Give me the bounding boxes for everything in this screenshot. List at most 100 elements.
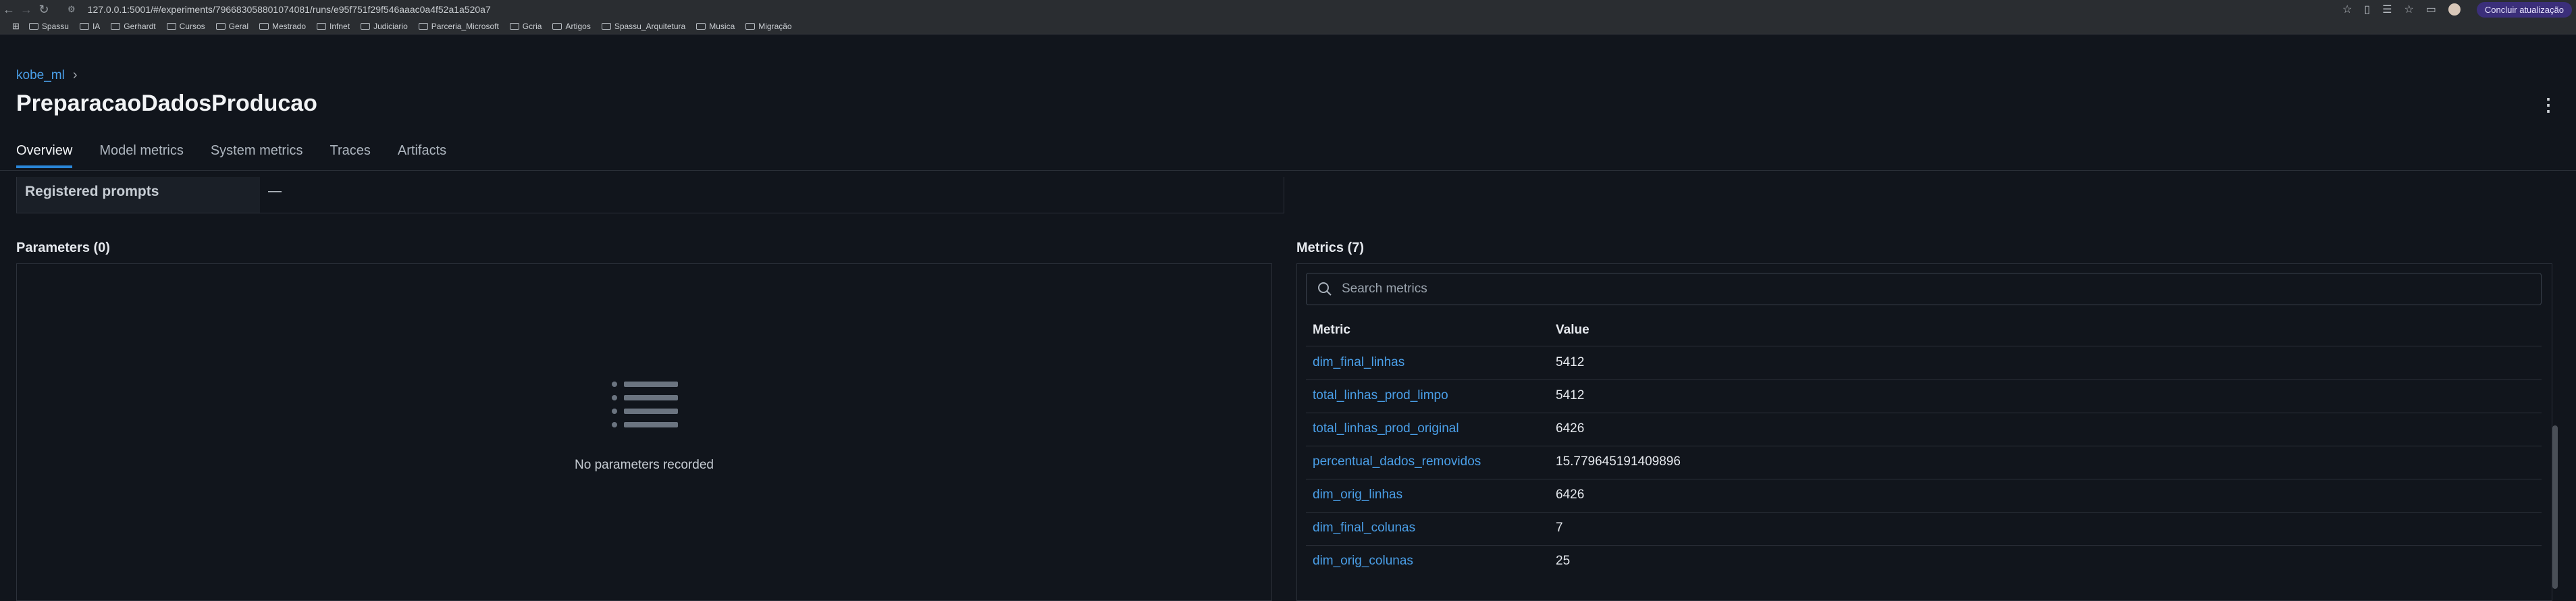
chevron-right-icon: › [72,68,78,82]
sidebar-icon[interactable]: ▭ [2426,3,2436,16]
metric-name-link[interactable]: dim_final_colunas [1313,521,1415,535]
metric-value: 15.779645191409896 [1556,454,1681,469]
folder-icon [259,23,269,30]
tab-overview[interactable]: Overview [16,143,73,168]
bookmark-folder[interactable]: Judiciario [361,22,408,31]
metrics-title: Metrics (7) [1296,240,1365,255]
breadcrumb-experiment-link[interactable]: kobe_ml [16,68,65,83]
bookmark-label: Migração [758,22,792,31]
breadcrumb: kobe_ml › [16,68,78,83]
bookmarks-bar: ⊞ Spassu IA Gerhardt Cursos Geral Mestrado Inf… [0,19,2576,34]
metric-name-link[interactable]: total_linhas_prod_limpo [1313,388,1448,403]
bookmark-folder[interactable]: Gerhardt [111,22,156,31]
tab-artifacts[interactable]: Artifacts [398,143,446,168]
metric-value: 5412 [1556,355,1585,369]
run-tabs: Overview Model metrics System metrics Tr… [16,143,446,168]
metric-name-link[interactable]: dim_orig_colunas [1313,554,1413,569]
bookmark-label: Musica [709,22,735,31]
table-row: dim_orig_colunas 25 [1306,545,2542,578]
bookmark-folder[interactable]: Migração [745,22,792,31]
metric-column-header[interactable]: Metric [1313,323,1350,338]
folder-icon [111,23,121,30]
folder-icon [28,23,38,30]
more-options-icon[interactable]: ⋮ [2540,95,2557,115]
folder-icon [552,23,562,30]
bookmark-folder[interactable]: Spassu [28,22,69,31]
table-row: dim_final_linhas 5412 [1306,346,2542,380]
bookmark-label: Gcria [522,22,542,31]
profile-avatar[interactable] [2448,3,2461,16]
value-column-header[interactable]: Value [1556,323,1589,338]
table-row: dim_orig_linhas 6426 [1306,479,2542,513]
no-parameters-message: No parameters recorded [575,458,714,472]
bookmark-label: IA [92,22,101,31]
tab-system-metrics[interactable]: System metrics [211,143,303,168]
bookmark-folder[interactable]: Infnet [317,22,350,31]
folder-icon [361,23,371,30]
folder-icon [509,23,519,30]
bookmark-label: Mestrado [272,22,307,31]
search-placeholder: Search metrics [1342,282,1427,296]
tabs-divider [0,170,2576,171]
search-icon [1318,282,1332,296]
reload-icon[interactable]: ↻ [35,3,53,17]
table-row: total_linhas_prod_limpo 5412 [1306,380,2542,413]
metric-name-link[interactable]: percentual_dados_removidos [1313,454,1481,469]
table-row: dim_final_colunas 7 [1306,512,2542,546]
details-table: Registered prompts — [16,177,1284,213]
forward-icon[interactable]: → [18,3,35,17]
folder-icon [696,23,706,30]
metric-value: 25 [1556,554,1571,568]
bookmark-folder[interactable]: Cursos [166,22,205,31]
metric-value: 6426 [1556,488,1585,502]
bookmark-label: Judiciario [373,22,408,31]
translate-icon[interactable]: ☰ [2382,3,2392,16]
bookmark-folder[interactable]: Musica [696,22,735,31]
bookmark-label: Spassu [41,22,69,31]
bookmark-folder[interactable]: Parceria_Microsoft [418,22,499,31]
tab-traces[interactable]: Traces [330,143,371,168]
registered-prompts-value: — [268,184,282,199]
bookmark-label: Parceria_Microsoft [431,22,499,31]
metric-name-link[interactable]: dim_final_linhas [1313,355,1404,370]
bookmark-folder[interactable]: IA [79,22,101,31]
bookmark-label: Cursos [179,22,205,31]
folder-icon [745,23,756,30]
browser-toolbar: ← → ↻ ⚙ 127.0.0.1:5001/#/experiments/796… [0,0,2576,19]
update-button[interactable]: Concluir atualização [2476,1,2572,18]
registered-prompts-label: Registered prompts [25,184,159,199]
bookmark-folder[interactable]: Artigos [552,22,591,31]
metric-value: 6426 [1556,421,1585,436]
address-bar[interactable]: 127.0.0.1:5001/#/experiments/79668305880… [88,4,491,15]
bookmark-label: Artigos [565,22,591,31]
metric-value: 5412 [1556,388,1585,402]
metrics-table-header: Metric Value [1306,319,2542,346]
bookmark-label: Spassu_Arquitetura [614,22,686,31]
parameters-title: Parameters (0) [16,240,110,255]
bookmark-label: Gerhardt [124,22,156,31]
metric-name-link[interactable]: total_linhas_prod_original [1313,421,1459,436]
folder-icon [215,23,226,30]
folder-icon [601,23,611,30]
table-row: percentual_dados_removidos 15.7796451914… [1306,446,2542,479]
bookmark-folder[interactable]: Geral [215,22,248,31]
reading-list-icon[interactable]: ☆ [2404,3,2413,16]
folder-icon [317,23,327,30]
metric-value: 7 [1556,521,1563,535]
apps-grid-icon[interactable]: ⊞ [12,21,20,32]
folder-icon [79,23,89,30]
tab-model-metrics[interactable]: Model metrics [99,143,183,168]
table-row: total_linhas_prod_original 6426 [1306,413,2542,446]
folder-icon [166,23,176,30]
site-info-icon[interactable]: ⚙ [68,4,76,15]
bookmark-folder[interactable]: Spassu_Arquitetura [601,22,686,31]
bookmark-folder[interactable]: Mestrado [259,22,306,31]
back-icon[interactable]: ← [0,3,18,17]
search-metrics-input[interactable]: Search metrics [1306,273,2542,305]
bookmark-folder[interactable]: Gcria [509,22,542,31]
empty-list-icon [612,382,678,427]
bookmark-star-icon[interactable]: ☆ [2342,3,2352,16]
extensions-icon[interactable]: ▯ [2364,3,2370,16]
page-scrollbar[interactable] [2552,425,2558,589]
metric-name-link[interactable]: dim_orig_linhas [1313,488,1402,502]
